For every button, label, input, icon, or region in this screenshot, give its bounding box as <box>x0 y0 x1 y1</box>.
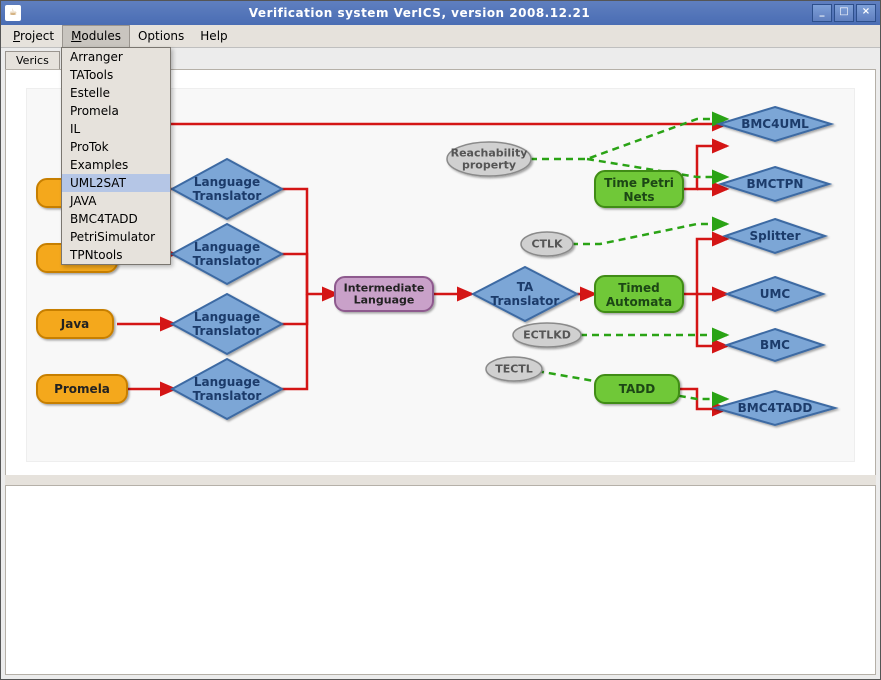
svg-text:BMC4UML: BMC4UML <box>741 117 809 131</box>
dropdown-item-examples[interactable]: Examples <box>62 156 170 174</box>
dropdown-item-il[interactable]: IL <box>62 120 170 138</box>
dropdown-item-java[interactable]: JAVA <box>62 192 170 210</box>
dropdown-item-protok[interactable]: ProTok <box>62 138 170 156</box>
node-time-petri-nets[interactable]: Time Petri Nets <box>595 171 683 207</box>
svg-text:Translator: Translator <box>193 324 262 338</box>
dropdown-item-bmc4tadd[interactable]: BMC4TADD <box>62 210 170 228</box>
node-reachability[interactable]: Reachability property <box>447 142 531 176</box>
svg-text:Language: Language <box>194 375 260 389</box>
menu-help[interactable]: Help <box>192 25 235 47</box>
svg-text:Translator: Translator <box>193 189 262 203</box>
node-ctlk[interactable]: CTLK <box>521 232 573 256</box>
node-tadd[interactable]: TADD <box>595 375 679 403</box>
svg-text:BMC: BMC <box>760 338 790 352</box>
svg-text:BMC4TADD: BMC4TADD <box>738 401 813 415</box>
node-ta-translator[interactable]: TA Translator <box>473 267 577 321</box>
dropdown-item-estelle[interactable]: Estelle <box>62 84 170 102</box>
node-lang-translator-4[interactable]: Language Translator <box>172 359 282 419</box>
svg-text:Language: Language <box>194 240 260 254</box>
menu-options[interactable]: Options <box>130 25 192 47</box>
svg-text:property: property <box>462 159 516 172</box>
menu-modules[interactable]: Modules <box>62 25 130 47</box>
node-lang-translator-1[interactable]: Language Translator <box>172 159 282 219</box>
node-bmctpn[interactable]: BMCTPN <box>721 167 829 201</box>
svg-text:Promela: Promela <box>54 382 110 396</box>
node-umc[interactable]: UMC <box>727 277 823 311</box>
close-button[interactable]: × <box>856 4 876 22</box>
split-handle[interactable] <box>5 475 876 485</box>
node-splitter[interactable]: Splitter <box>725 219 825 253</box>
node-promela[interactable]: Promela <box>37 375 127 403</box>
svg-text:ECTLKD: ECTLKD <box>523 329 571 342</box>
svg-text:Timed: Timed <box>618 281 660 295</box>
dropdown-item-uml2sat[interactable]: UML2SAT <box>62 174 170 192</box>
svg-text:Language: Language <box>354 294 415 307</box>
svg-text:Time Petri: Time Petri <box>604 176 674 190</box>
node-lang-translator-3[interactable]: Language Translator <box>172 294 282 354</box>
java-icon: ☕ <box>5 5 21 21</box>
svg-text:Splitter: Splitter <box>750 229 801 243</box>
tab-verics[interactable]: Verics <box>5 51 60 69</box>
svg-text:Automata: Automata <box>606 295 672 309</box>
node-bmc[interactable]: BMC <box>727 329 823 361</box>
minimize-button[interactable]: _ <box>812 4 832 22</box>
svg-text:Nets: Nets <box>623 190 654 204</box>
maximize-button[interactable]: □ <box>834 4 854 22</box>
node-tectl[interactable]: TECTL <box>486 357 542 381</box>
modules-dropdown: Arranger TATools Estelle Promela IL ProT… <box>61 47 171 265</box>
svg-text:TADD: TADD <box>619 382 656 396</box>
node-bmc4tadd[interactable]: BMC4TADD <box>715 391 835 425</box>
node-lang-translator-2[interactable]: Language Translator <box>172 224 282 284</box>
svg-text:BMCTPN: BMCTPN <box>747 177 804 191</box>
app-window: ☕ Verification system VerICS, version 20… <box>0 0 881 680</box>
lower-panel <box>5 485 876 675</box>
dropdown-item-promela[interactable]: Promela <box>62 102 170 120</box>
svg-text:TA: TA <box>517 280 534 294</box>
titlebar: ☕ Verification system VerICS, version 20… <box>1 1 880 25</box>
svg-text:Translator: Translator <box>193 254 262 268</box>
dropdown-item-tatools[interactable]: TATools <box>62 66 170 84</box>
node-ectlkd[interactable]: ECTLKD <box>513 323 581 347</box>
svg-text:TECTL: TECTL <box>495 363 533 376</box>
dropdown-item-petrisimulator[interactable]: PetriSimulator <box>62 228 170 246</box>
window-title: Verification system VerICS, version 2008… <box>27 6 812 20</box>
svg-text:Translator: Translator <box>491 294 560 308</box>
svg-text:Java: Java <box>60 317 89 331</box>
svg-text:CTLK: CTLK <box>531 238 563 251</box>
node-java[interactable]: Java <box>37 310 113 338</box>
dropdown-item-tpntools[interactable]: TPNtools <box>62 246 170 264</box>
svg-text:Language: Language <box>194 310 260 324</box>
svg-text:Translator: Translator <box>193 389 262 403</box>
node-intermediate-language[interactable]: Intermediate Language <box>335 277 433 311</box>
svg-text:UMC: UMC <box>760 287 791 301</box>
dropdown-item-arranger[interactable]: Arranger <box>62 48 170 66</box>
node-timed-automata[interactable]: Timed Automata <box>595 276 683 312</box>
menubar: Project Modules Options Help <box>1 25 880 48</box>
svg-text:Language: Language <box>194 175 260 189</box>
node-bmc4uml[interactable]: BMC4UML <box>719 107 831 141</box>
menu-project[interactable]: Project <box>5 25 62 47</box>
